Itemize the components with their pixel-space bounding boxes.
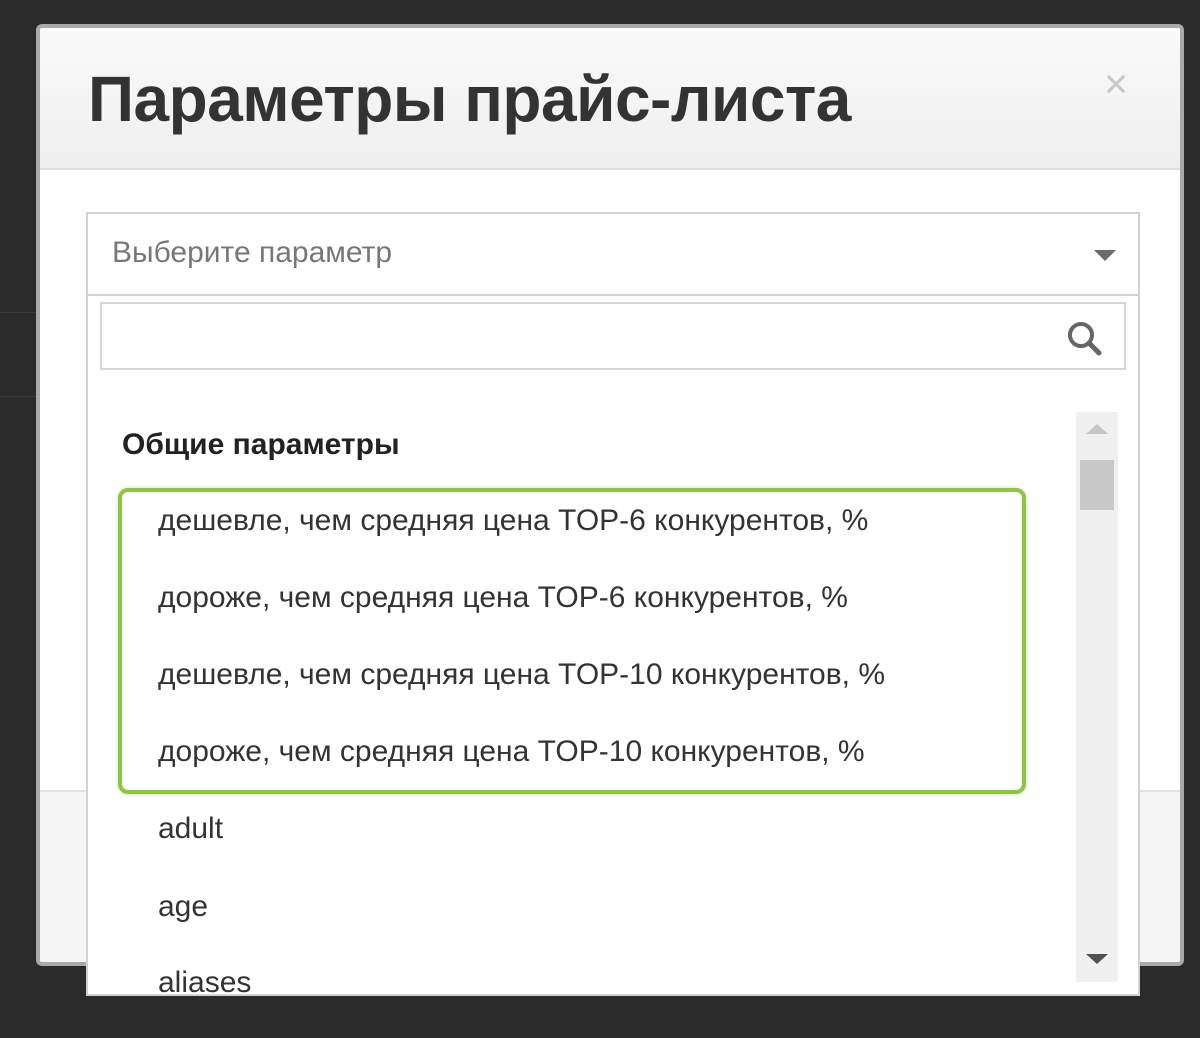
search-input[interactable] <box>102 304 1052 368</box>
modal-header: Параметры прайс-листа × <box>40 28 1180 170</box>
select-placeholder: Выберите параметр <box>112 236 393 269</box>
list-item[interactable]: дешевле, чем средняя цена TOP-10 конкуре… <box>158 658 885 692</box>
option-group-label: Общие параметры <box>122 428 400 461</box>
modal-title: Параметры прайс-листа <box>88 63 851 135</box>
list-item[interactable]: aliases <box>158 966 251 994</box>
list-item[interactable]: дороже, чем средняя цена TOP-6 конкурент… <box>158 581 848 615</box>
backdrop-divider <box>0 396 40 397</box>
parameter-select[interactable]: Выберите параметр <box>86 212 1140 296</box>
search-icon <box>1068 322 1102 356</box>
list-item[interactable]: дороже, чем средняя цена TOP-10 конкурен… <box>158 735 865 769</box>
list-item[interactable]: adult <box>158 812 223 846</box>
list-item[interactable]: age <box>158 890 208 924</box>
backdrop-divider <box>0 312 40 313</box>
scroll-up-icon[interactable] <box>1086 424 1108 434</box>
scroll-thumb[interactable] <box>1080 460 1114 510</box>
options-list: Общие параметры дешевле, чем средняя цен… <box>88 406 1078 994</box>
scroll-down-icon[interactable] <box>1086 954 1108 964</box>
parameter-dropdown: Общие параметры дешевле, чем средняя цен… <box>86 296 1140 996</box>
chevron-down-icon[interactable] <box>1094 250 1116 261</box>
options-scrollbar[interactable] <box>1076 412 1118 982</box>
list-item[interactable]: дешевле, чем средняя цена TOP-6 конкурен… <box>158 504 868 538</box>
dropdown-search <box>100 302 1126 370</box>
close-icon[interactable]: × <box>1096 63 1136 105</box>
